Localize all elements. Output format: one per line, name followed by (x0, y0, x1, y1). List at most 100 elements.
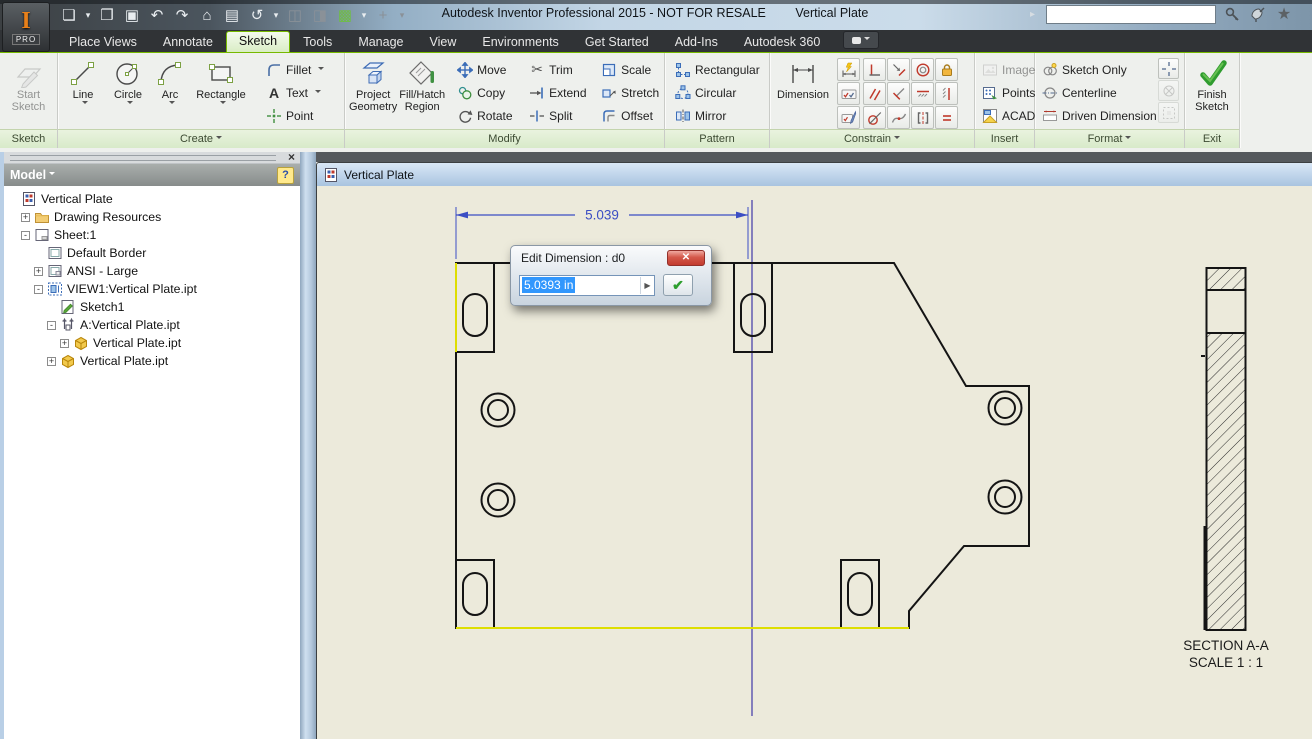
auto-dimension-button[interactable] (837, 58, 860, 81)
driven-dimension-button[interactable]: Driven Dimension (1038, 104, 1157, 127)
smooth-constraint-button[interactable] (887, 106, 910, 129)
tree-item-vertical-plate[interactable]: Vertical Plate (4, 190, 300, 208)
undo-icon[interactable]: ↶ (146, 5, 168, 25)
tab-tools[interactable]: Tools (290, 32, 345, 52)
save-icon[interactable]: ▣ (121, 5, 143, 25)
coincident-constraint-button[interactable] (887, 58, 910, 81)
tree-item-a-vertical-plate[interactable]: - A:Vertical Plate.ipt (4, 316, 300, 334)
tab-get-started[interactable]: Get Started (572, 32, 662, 52)
communication-center-icon[interactable] (1248, 4, 1268, 24)
construction-toggle-button[interactable] (1158, 80, 1179, 101)
scale-button[interactable]: Scale (597, 58, 669, 81)
tree-item-vertical-plate-ipt-2[interactable]: + Vertical Plate.ipt (4, 352, 300, 370)
dialog-close-button[interactable]: ✕ (667, 249, 705, 266)
fill-hatch-region-button[interactable]: Fill/Hatch Region (399, 54, 445, 129)
reference-toggle-button[interactable] (1158, 102, 1179, 123)
concentric-constraint-button[interactable] (911, 58, 934, 81)
point-style-button[interactable] (1158, 58, 1179, 79)
switch-window-icon[interactable]: ◫ (284, 5, 306, 25)
part-front-view[interactable] (455, 262, 1030, 629)
panel-footer-sketch[interactable]: Sketch (0, 129, 57, 148)
show-constraints-button[interactable] (837, 82, 860, 105)
collapse-icon[interactable]: - (21, 230, 30, 240)
tab-options-button[interactable] (843, 31, 880, 49)
image-button[interactable]: Image (978, 58, 1039, 81)
flyout-arrow-button[interactable]: ▶ (640, 276, 654, 294)
extend-button[interactable]: Extend (525, 81, 597, 104)
help-icon[interactable]: ? (277, 166, 294, 184)
update-caret-icon[interactable]: ▾ (271, 5, 281, 25)
rectangle-button[interactable]: Rectangle (190, 54, 252, 129)
text-button[interactable]: A Text (262, 81, 328, 104)
appearance-icon[interactable]: ◨ (309, 5, 331, 25)
mirror-button[interactable]: Mirror (671, 104, 764, 127)
expand-icon[interactable]: + (34, 266, 43, 276)
split-button[interactable]: Split (525, 104, 597, 127)
redo-icon[interactable]: ↷ (171, 5, 193, 25)
tangent-constraint-button[interactable] (863, 106, 886, 129)
rectangular-pattern-button[interactable]: Rectangular (671, 58, 764, 81)
fillet-button[interactable]: Fillet (262, 58, 328, 81)
horizontal-constraint-button[interactable] (911, 82, 934, 105)
copy-button[interactable]: Copy (453, 81, 525, 104)
panel-footer-exit[interactable]: Exit (1185, 129, 1239, 148)
tab-autodesk-360[interactable]: Autodesk 360 (731, 32, 833, 52)
line-button[interactable]: Line (62, 54, 104, 129)
offset-button[interactable]: Offset (597, 104, 669, 127)
help-search-input[interactable] (1046, 4, 1216, 24)
stretch-button[interactable]: Stretch (597, 81, 669, 104)
drawing-canvas[interactable]: 5.039 SECTION A-A SCALE 1: 1 (317, 186, 1312, 739)
open-file-icon[interactable]: ❒ (96, 5, 118, 25)
tree-item-vertical-plate-ipt[interactable]: + Vertical Plate.ipt (4, 334, 300, 352)
acad-button[interactable]: ACAD (978, 104, 1039, 127)
tree-item-ansi-large[interactable]: + ANSI - Large (4, 262, 300, 280)
expand-icon[interactable]: + (47, 356, 56, 366)
section-view[interactable] (1201, 267, 1247, 631)
expand-icon[interactable]: + (21, 212, 30, 222)
print-icon[interactable]: ▤ (221, 5, 243, 25)
update-icon[interactable]: ↺ (246, 5, 268, 25)
search-go-icon[interactable]: ▸ (1030, 9, 1040, 20)
new-file-caret-icon[interactable]: ▾ (83, 5, 93, 25)
tab-sketch[interactable]: Sketch (225, 31, 291, 52)
panel-footer-modify[interactable]: Modify (345, 129, 664, 148)
vertical-constraint-button[interactable] (935, 82, 958, 105)
qat-customize-icon[interactable]: ▾ (397, 5, 407, 25)
panel-footer-insert[interactable]: Insert (975, 129, 1034, 148)
expand-icon[interactable]: + (60, 338, 69, 348)
dialog-title-bar[interactable]: Edit Dimension : d0 ✕ (511, 246, 711, 269)
favorites-star-icon[interactable]: ★ (1274, 4, 1294, 24)
tree-item-sheet1[interactable]: - Sheet:1 (4, 226, 300, 244)
component-icon[interactable]: ▩ (334, 5, 356, 25)
tab-place-views[interactable]: Place Views (56, 32, 150, 52)
constraint-settings-button[interactable] (837, 106, 860, 129)
rotate-button[interactable]: Rotate (453, 104, 525, 127)
browser-splitter[interactable] (300, 152, 316, 739)
home-icon[interactable]: ⌂ (196, 5, 218, 25)
symmetric-constraint-button[interactable] (911, 106, 934, 129)
perpendicular-constraint-button[interactable] (863, 58, 886, 81)
point-button[interactable]: Point (262, 104, 328, 127)
equal-constraint-button[interactable] (935, 106, 958, 129)
browser-grip-bar[interactable]: × (4, 150, 300, 164)
panel-footer-constrain[interactable]: Constrain (770, 129, 974, 148)
panel-footer-create[interactable]: Create (58, 129, 344, 148)
application-menu-button[interactable]: I PRO (2, 2, 50, 52)
project-geometry-button[interactable]: Project Geometry (349, 54, 397, 129)
tab-add-ins[interactable]: Add-Ins (662, 32, 731, 52)
finish-sketch-button[interactable]: Finish Sketch (1186, 54, 1238, 129)
dimension-value-input[interactable]: 5.0393 in ▶ (519, 274, 655, 296)
component-caret-icon[interactable]: ▾ (359, 5, 369, 25)
tab-view[interactable]: View (417, 32, 470, 52)
circle-button[interactable]: Circle (106, 54, 150, 129)
tangent2-constraint-button[interactable] (887, 82, 910, 105)
tab-annotate[interactable]: Annotate (150, 32, 226, 52)
fix-constraint-button[interactable] (935, 58, 958, 81)
move-button[interactable]: Move (453, 58, 525, 81)
add-tool-icon[interactable]: + (372, 5, 394, 25)
close-icon[interactable]: × (288, 150, 295, 164)
dialog-ok-button[interactable]: ✔ (663, 274, 693, 296)
tree-item-default-border[interactable]: Default Border (4, 244, 300, 262)
centerline-button[interactable]: Centerline (1038, 81, 1156, 104)
tab-manage[interactable]: Manage (345, 32, 416, 52)
